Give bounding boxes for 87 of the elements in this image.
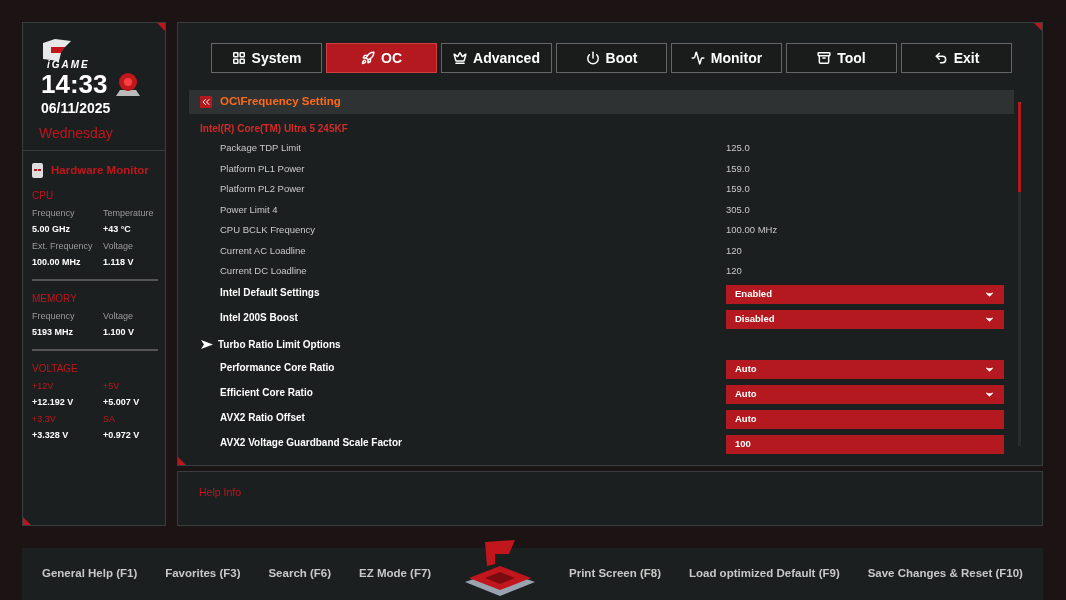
rocket-icon (361, 51, 375, 65)
help-title: Help Info (199, 486, 242, 498)
stat-label: Temperature (103, 207, 155, 221)
clock-time: 14:33 (41, 71, 108, 97)
setting-label: Intel 200S Boost (219, 311, 299, 325)
setting-label: AVX2 Voltage Guardband Scale Factor (219, 436, 403, 450)
setting-value: 120 (726, 264, 742, 279)
setting-label: CPU BCLK Frequency (219, 223, 317, 238)
footer-button[interactable]: Print Screen (F8) (565, 565, 666, 583)
stat-value: 5.00 GHz (32, 222, 72, 236)
stat-value: 1.100 V (103, 325, 136, 339)
stat-value: 100.00 MHz (32, 255, 82, 269)
footer-button[interactable]: EZ Mode (F7) (355, 565, 436, 583)
dropdown[interactable]: Enabled (726, 284, 1004, 304)
corner-accent (157, 23, 165, 31)
stat-label: +3.3V (32, 413, 57, 427)
setting-label: Platform PL2 Power (219, 182, 306, 197)
footer-button[interactable]: Favorites (F3) (161, 565, 245, 583)
scrollbar-thumb[interactable] (1018, 102, 1021, 192)
footer-button[interactable]: General Help (F1) (38, 565, 142, 583)
cpu-name: Intel(R) Core(TM) Ultra 5 245KF (199, 122, 349, 136)
section-title: MEMORY (32, 292, 78, 307)
tab[interactable]: Exit (901, 43, 1012, 73)
stat-label: Voltage (103, 240, 135, 254)
date: 06/11/2025 (41, 99, 111, 118)
setting-value: 159.0 (726, 161, 750, 176)
footer-button[interactable]: Save Changes & Reset (F10) (863, 565, 1027, 583)
logo-icon (41, 39, 73, 61)
setting-value: 100.00 MHz (726, 223, 778, 238)
tab[interactable]: Monitor (671, 43, 782, 73)
tab[interactable]: Boot (556, 43, 667, 73)
crown-icon (453, 51, 468, 65)
submenu-link[interactable]: Turbo Ratio Limit Options (189, 336, 341, 352)
monitor-title: Hardware Monitor (51, 163, 149, 178)
stat-value: 5193 MHz (32, 325, 75, 339)
section-title: VOLTAGE (32, 362, 79, 377)
setting-value: 159.0 (726, 182, 750, 197)
breadcrumb: OC\Frequency Setting (220, 94, 341, 110)
toolbox-icon (817, 51, 832, 65)
stat-label: +5V (103, 380, 121, 394)
robot-icon (32, 163, 43, 179)
dropdown[interactable]: Auto (726, 359, 1004, 379)
stat-value: +3.328 V (32, 428, 70, 442)
tab[interactable]: Tool (786, 43, 897, 73)
input-field[interactable]: 100 (726, 434, 1004, 454)
tab[interactable]: Advanced (441, 43, 552, 73)
tab[interactable]: System (211, 43, 322, 73)
footer-button[interactable]: Search (F6) (264, 565, 336, 583)
setting-label: Package TDP Limit (219, 141, 302, 156)
dropdown[interactable]: Auto (726, 384, 1004, 404)
corner-accent (23, 517, 31, 525)
weekday: Wednesday (39, 124, 113, 143)
section-title: CPU (32, 189, 55, 204)
setting-label: Power Limit 4 (219, 202, 279, 217)
setting-label: Performance Core Ratio (219, 361, 336, 375)
pointer-arrow-icon (201, 339, 213, 349)
setting-value: 305.0 (726, 202, 750, 217)
brand-name: iGAME (47, 58, 90, 72)
stat-value: +5.007 V (103, 395, 141, 409)
corner-accent (1034, 23, 1042, 31)
input-field[interactable]: Auto (726, 409, 1004, 429)
stat-label: +12V (32, 380, 55, 394)
stat-label: Frequency (32, 207, 76, 221)
stat-label: Frequency (32, 310, 76, 324)
stat-label: Ext. Frequency (32, 240, 94, 254)
setting-label: Current AC Loadline (219, 243, 307, 258)
back-arrow-icon (933, 51, 948, 65)
stat-value: 1.118 V (103, 255, 135, 269)
back-icon (200, 96, 212, 108)
stat-label: SA (103, 413, 116, 427)
setting-label: Intel Default Settings (219, 286, 321, 300)
tab[interactable]: OC (326, 43, 437, 73)
dropdown[interactable]: Disabled (726, 309, 1004, 329)
power-icon (585, 51, 600, 65)
pulse-icon (690, 51, 705, 65)
setting-label: AVX2 Ratio Offset (219, 411, 306, 425)
setting-value: 125.0 (726, 141, 750, 156)
stat-label: Voltage (103, 310, 135, 324)
stat-value: +12.192 V (32, 395, 75, 409)
grid-icon (231, 51, 246, 65)
stat-value: +43 °C (103, 222, 132, 236)
setting-value: 120 (726, 243, 742, 258)
footer-button[interactable]: Load optimized Default (F9) (684, 565, 844, 583)
setting-label: Platform PL1 Power (219, 161, 306, 176)
setting-label: Current DC Loadline (219, 264, 308, 279)
stat-value: +0.972 V (103, 428, 141, 442)
setting-label: Efficient Core Ratio (219, 386, 314, 400)
